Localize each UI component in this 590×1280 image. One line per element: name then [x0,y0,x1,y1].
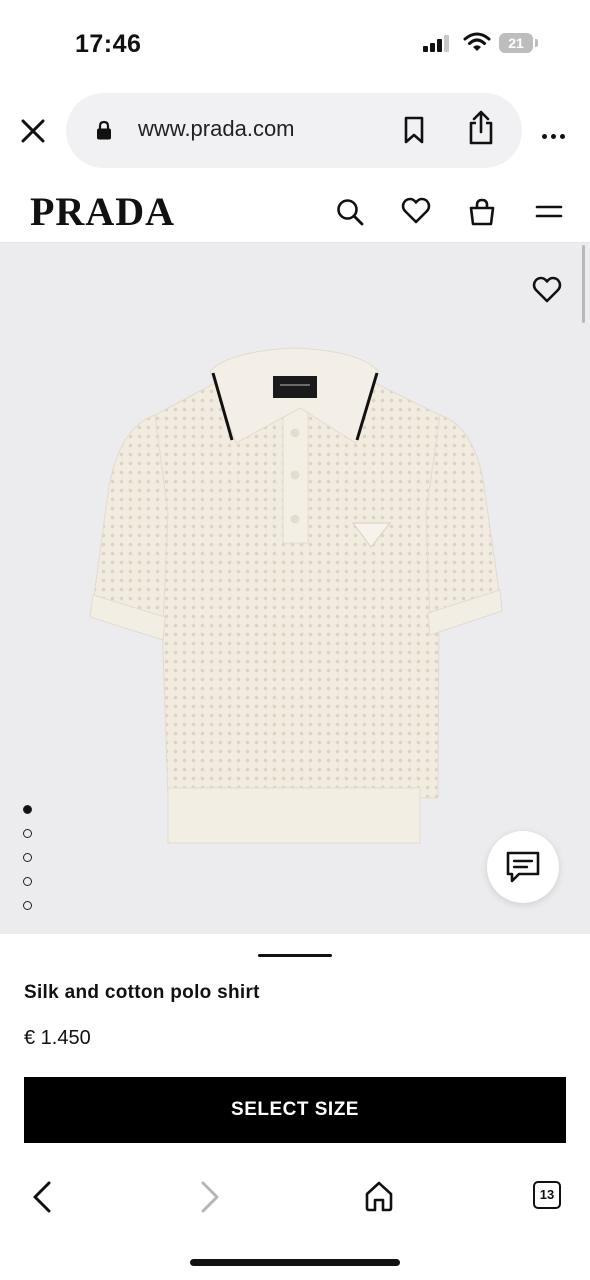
status-time: 17:46 [75,30,142,58]
bookmark-icon[interactable] [402,116,426,144]
lock-icon [97,120,111,140]
select-size-button[interactable]: SELECT SIZE [24,1077,566,1143]
battery-icon: 21 [499,33,533,53]
home-indicator [190,1259,400,1266]
product-image [89,347,503,844]
carousel-dot[interactable] [23,829,32,838]
menu-icon[interactable] [535,197,563,225]
carousel-dot[interactable] [23,853,32,862]
chat-icon [506,851,540,883]
share-icon[interactable] [466,110,496,146]
carousel-dot[interactable] [23,805,32,814]
home-icon[interactable] [364,1180,394,1212]
wifi-icon [463,32,491,51]
product-image-carousel[interactable] [0,243,590,934]
address-bar[interactable]: www.prada.com [66,93,522,168]
chat-button[interactable] [487,831,559,903]
product-price: € 1.450 [24,1027,91,1049]
more-icon[interactable] [542,126,569,144]
product-name: Silk and cotton polo shirt [24,982,260,1003]
scrollbar[interactable] [582,245,585,323]
cellular-signal-icon [423,35,449,52]
status-bar: 17:46 21 [0,0,590,88]
url-text[interactable]: www.prada.com [138,116,295,142]
carousel-dot[interactable] [23,901,32,910]
carousel-dots[interactable] [23,805,32,925]
battery-tip [535,39,538,47]
sheet-handle[interactable] [258,954,332,957]
bag-icon[interactable] [468,197,496,227]
prada-logo[interactable]: PRADA [30,188,175,235]
search-icon[interactable] [335,197,365,227]
close-icon[interactable] [18,116,48,146]
heart-icon[interactable] [401,197,431,225]
carousel-dot[interactable] [23,877,32,886]
add-to-wishlist-heart-icon[interactable] [532,276,562,304]
battery-level: 21 [508,35,524,51]
back-icon[interactable] [30,1180,54,1214]
tabs-icon[interactable]: 13 [533,1181,561,1209]
forward-icon[interactable] [198,1180,222,1214]
